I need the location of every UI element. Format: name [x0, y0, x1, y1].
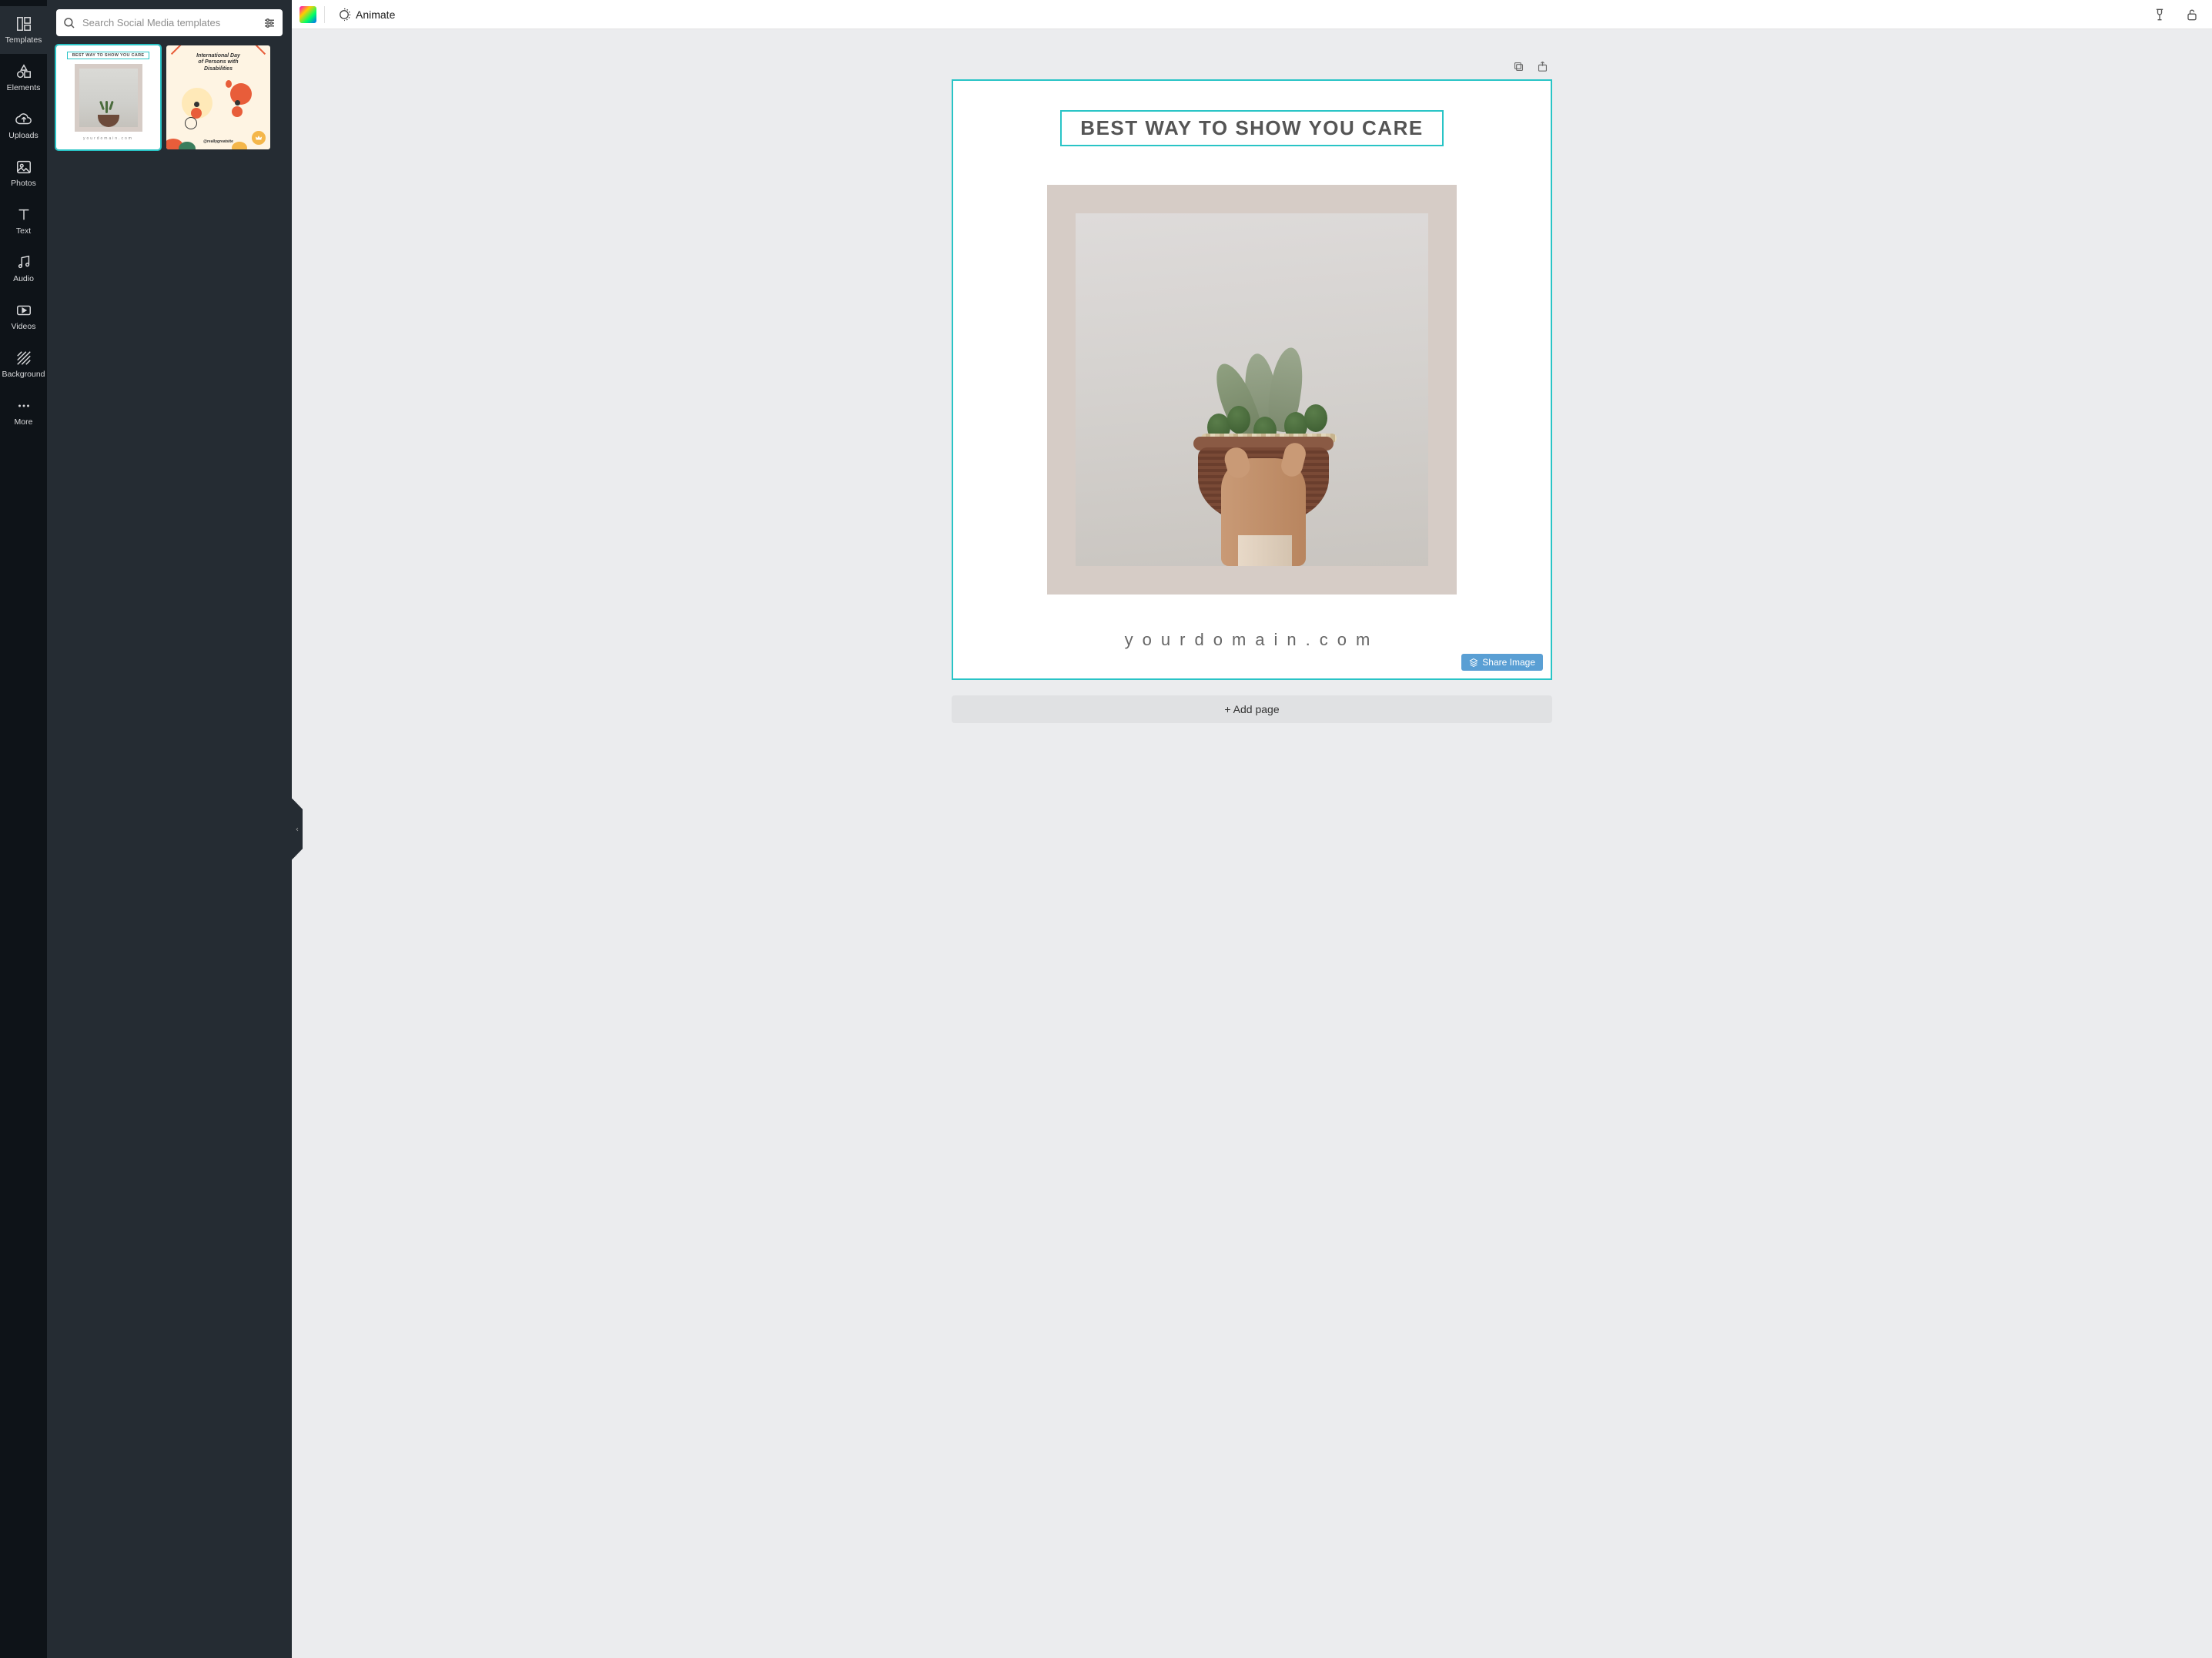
nav-text-label: Text [16, 226, 31, 236]
add-page-label: + Add page [1224, 703, 1279, 715]
nav-templates-label: Templates [5, 35, 42, 45]
template-1-domain: yourdomain.com [83, 136, 133, 141]
animate-icon [337, 8, 351, 22]
layers-icon [1469, 658, 1478, 667]
template-1-title: BEST WAY TO SHOW YOU CARE [67, 52, 150, 59]
nav-elements-label: Elements [7, 83, 41, 92]
template-2-title: International Day of Persons with Disabi… [196, 53, 240, 72]
search-icon [62, 16, 76, 30]
export-page-icon[interactable] [1536, 60, 1549, 73]
nav-uploads-label: Uploads [8, 131, 38, 140]
premium-badge [252, 131, 266, 145]
page-controls [952, 60, 1552, 79]
domain-text[interactable]: yourdomain.com [1125, 630, 1380, 650]
nav-more[interactable]: More [0, 388, 47, 436]
nav-text[interactable]: Text [0, 197, 47, 245]
nav-photos[interactable]: Photos [0, 149, 47, 197]
photo-image[interactable] [1076, 213, 1428, 566]
template-card-2[interactable]: International Day of Persons with Disabi… [166, 45, 270, 149]
headline-text: BEST WAY TO SHOW YOU CARE [1080, 116, 1423, 140]
animate-label: Animate [356, 8, 395, 21]
main: Animate BEST WAY TO SHOW YOU CARE [292, 0, 2212, 1658]
filter-icon[interactable] [263, 16, 276, 30]
audio-icon [15, 254, 32, 271]
template-2-art [169, 72, 267, 139]
color-picker[interactable] [300, 6, 316, 23]
nav-photos-label: Photos [11, 179, 36, 188]
photo-frame[interactable] [1047, 185, 1457, 595]
animate-button[interactable]: Animate [333, 5, 400, 25]
more-icon [15, 397, 32, 414]
chevron-left-icon [294, 826, 300, 832]
nav-background[interactable]: Background [0, 340, 47, 388]
template-2-subtitle: @reallygreatsite [203, 139, 233, 144]
template-1-frame [75, 64, 142, 132]
search-wrap [56, 9, 283, 36]
nav-videos-label: Videos [12, 322, 36, 331]
uploads-icon [15, 111, 32, 128]
lock-icon[interactable] [2184, 7, 2200, 22]
canvas-wrap: BEST WAY TO SHOW YOU CARE [952, 79, 1552, 680]
elements-icon [15, 63, 32, 80]
sidebar-nav: Templates Elements Uploads Photos Text A… [0, 0, 47, 1658]
nav-audio[interactable]: Audio [0, 245, 47, 293]
nav-more-label: More [15, 417, 33, 427]
photo-inner-border [1076, 213, 1428, 566]
share-image-button[interactable]: Share Image [1461, 654, 1543, 671]
photos-icon [15, 159, 32, 176]
side-panel: BEST WAY TO SHOW YOU CARE yourdomain.com… [47, 0, 292, 1658]
divider [324, 6, 325, 23]
add-page-button[interactable]: + Add page [952, 695, 1552, 723]
nav-uploads[interactable]: Uploads [0, 102, 47, 149]
canvas-area[interactable]: BEST WAY TO SHOW YOU CARE [292, 29, 2212, 1658]
templates-icon [15, 15, 32, 32]
topbar: Animate [292, 0, 2212, 29]
text-icon [15, 206, 32, 223]
canvas-page[interactable]: BEST WAY TO SHOW YOU CARE [952, 79, 1552, 680]
nav-background-label: Background [2, 370, 45, 379]
nav-elements[interactable]: Elements [0, 54, 47, 102]
nav-videos[interactable]: Videos [0, 293, 47, 340]
crown-icon [255, 134, 263, 142]
styles-icon[interactable] [2152, 7, 2167, 22]
share-image-label: Share Image [1482, 657, 1535, 668]
duplicate-page-icon[interactable] [1512, 60, 1525, 73]
nav-audio-label: Audio [13, 274, 34, 283]
search-input[interactable] [76, 17, 263, 28]
template-card-1[interactable]: BEST WAY TO SHOW YOU CARE yourdomain.com [56, 45, 160, 149]
videos-icon [15, 302, 32, 319]
templates-grid: BEST WAY TO SHOW YOU CARE yourdomain.com… [56, 45, 283, 149]
headline-box[interactable]: BEST WAY TO SHOW YOU CARE [1060, 110, 1443, 146]
background-icon [15, 350, 32, 367]
nav-templates[interactable]: Templates [0, 6, 47, 54]
